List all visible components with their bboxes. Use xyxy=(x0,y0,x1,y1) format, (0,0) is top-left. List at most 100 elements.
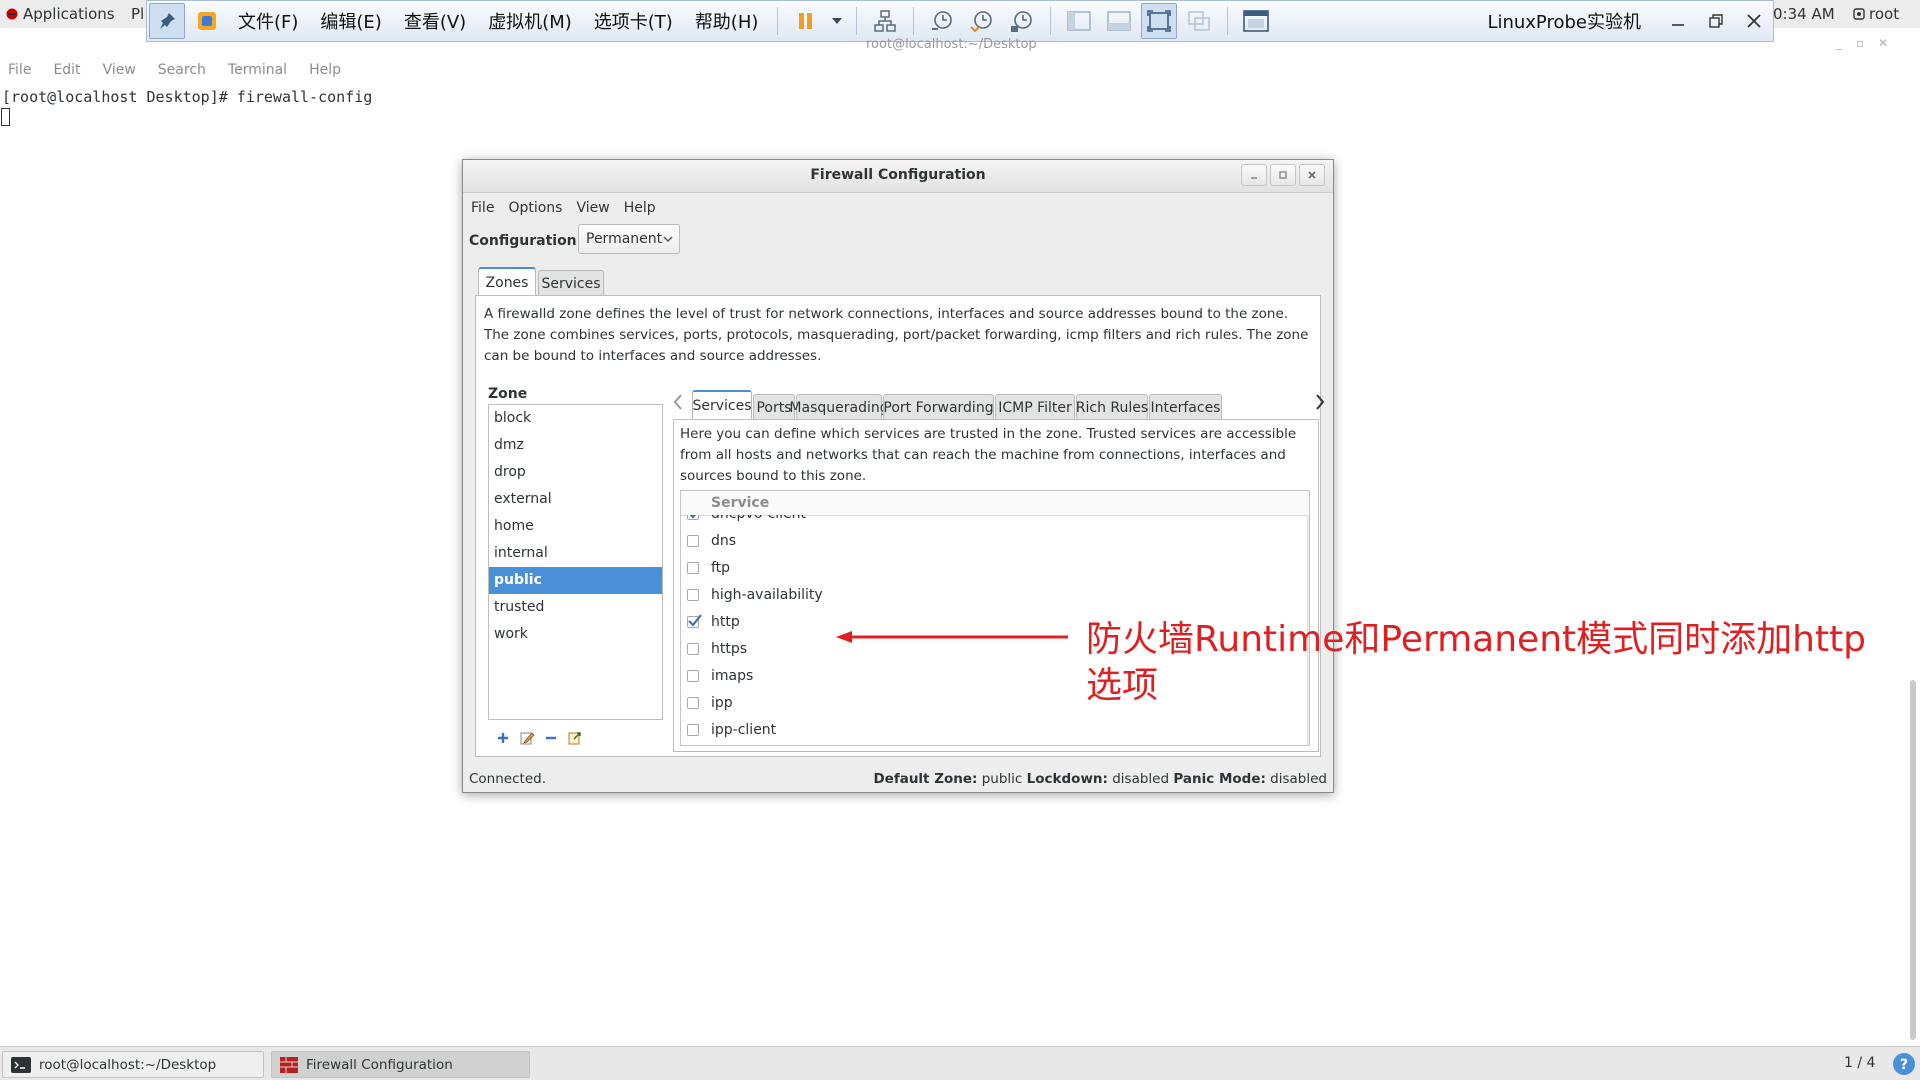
service-checkbox-imaps[interactable] xyxy=(687,670,699,682)
terminal-menu-file[interactable]: File xyxy=(8,62,31,86)
inner-tabs-scroll-right-icon[interactable] xyxy=(1314,393,1326,411)
zone-item-internal[interactable]: internal xyxy=(489,540,662,567)
vm-menu-edit[interactable]: 编辑(E) xyxy=(320,8,381,34)
applications-menu[interactable]: Applications xyxy=(6,5,115,23)
terminal-scrollbar[interactable] xyxy=(1910,680,1916,1040)
service-checkbox-ipp-client[interactable] xyxy=(687,724,699,736)
service-checkbox-ftp[interactable] xyxy=(687,562,699,574)
revert-snapshot-button[interactable] xyxy=(964,3,1000,39)
firewall-maximize-button[interactable] xyxy=(1270,164,1296,186)
service-checkbox-https[interactable] xyxy=(687,643,699,655)
remove-zone-icon[interactable] xyxy=(544,731,558,745)
terminal-menu-search[interactable]: Search xyxy=(158,62,206,86)
zone-item-external[interactable]: external xyxy=(489,486,662,513)
inner-tab-icmp-filter[interactable]: ICMP Filter xyxy=(995,394,1075,420)
network-icon xyxy=(874,10,897,32)
service-checkbox-ipp[interactable] xyxy=(687,697,699,709)
load-defaults-icon[interactable] xyxy=(567,730,583,746)
panic-mode-label: Panic Mode: xyxy=(1173,771,1266,787)
terminal-menubar: File Edit View Search Terminal Help xyxy=(0,62,1920,86)
zone-item-block[interactable]: block xyxy=(489,405,662,432)
terminal-menu-edit[interactable]: Edit xyxy=(53,62,80,86)
full-screen-button[interactable] xyxy=(1141,3,1178,39)
restore-icon xyxy=(1709,14,1723,28)
firewall-close-button[interactable] xyxy=(1299,164,1325,186)
firewall-menu-file[interactable]: File xyxy=(471,200,494,216)
maximize-icon xyxy=(1279,171,1287,179)
vm-menu-file[interactable]: 文件(F) xyxy=(238,8,298,34)
user-status-icon xyxy=(1853,8,1865,20)
add-zone-icon[interactable] xyxy=(496,731,510,745)
terminal-icon xyxy=(11,1056,31,1073)
service-checkbox-dns[interactable] xyxy=(687,535,699,547)
terminal-close-icon[interactable]: ✕ xyxy=(1878,36,1888,50)
firewall-menu-help[interactable]: Help xyxy=(624,200,656,216)
panic-mode-value: disabled xyxy=(1270,771,1327,787)
service-row-ftp[interactable]: ftp xyxy=(681,555,1299,582)
terminal-minimize-icon[interactable]: _ xyxy=(1836,36,1842,50)
inner-tab-port-forwarding[interactable]: Port Forwarding xyxy=(883,394,994,420)
vm-menu-vm[interactable]: 虚拟机(M) xyxy=(488,8,572,34)
taskbar-item-firewall[interactable]: Firewall Configuration xyxy=(271,1051,530,1078)
clock-icon xyxy=(932,11,953,30)
connection-status: Connected. xyxy=(469,771,546,787)
edit-zone-icon[interactable] xyxy=(519,730,535,746)
zone-item-trusted[interactable]: trusted xyxy=(489,594,662,621)
service-row-high-availability[interactable]: high-availability xyxy=(681,582,1299,609)
terminal-maximize-icon[interactable]: ▫ xyxy=(1856,36,1864,50)
zone-item-work[interactable]: work xyxy=(489,621,662,648)
inner-tab-masquerading[interactable]: Masquerading xyxy=(789,394,889,420)
inner-tab-services[interactable]: Services xyxy=(692,390,752,420)
terminal-menu-view[interactable]: View xyxy=(103,62,136,86)
service-checkbox-dhcpv6-client[interactable] xyxy=(687,515,699,520)
firewall-menu-view[interactable]: View xyxy=(576,200,609,216)
places-menu[interactable]: Pl xyxy=(131,5,144,23)
service-checkbox-high-availability[interactable] xyxy=(687,589,699,601)
inner-tab-rich-rules[interactable]: Rich Rules xyxy=(1076,394,1148,420)
service-checkbox-http[interactable] xyxy=(687,614,702,628)
zone-item-drop[interactable]: drop xyxy=(489,459,662,486)
firewall-minimize-button[interactable] xyxy=(1241,164,1267,186)
vm-menu-view[interactable]: 查看(V) xyxy=(404,8,466,34)
console-view-button[interactable] xyxy=(1238,3,1274,39)
firewall-menu-options[interactable]: Options xyxy=(508,200,562,216)
snapshot-button[interactable] xyxy=(924,3,960,39)
zone-item-home[interactable]: home xyxy=(489,513,662,540)
tab-zones[interactable]: Zones xyxy=(478,267,536,296)
service-row-dns[interactable]: dns xyxy=(681,528,1299,555)
pin-toolbar-button[interactable] xyxy=(149,3,185,39)
thumbnail-bar-button[interactable] xyxy=(1101,3,1137,39)
zone-heading: Zone xyxy=(488,386,528,402)
show-library-button[interactable] xyxy=(1061,3,1097,39)
vm-minimize-button[interactable] xyxy=(1659,3,1697,39)
taskbar-item-terminal[interactable]: root@localhost:~/Desktop xyxy=(2,1051,264,1078)
vm-menu-help[interactable]: 帮助(H) xyxy=(695,8,759,34)
user-menu[interactable]: root xyxy=(1853,5,1899,23)
zone-item-public[interactable]: public xyxy=(489,567,662,594)
vm-restore-button[interactable] xyxy=(1697,3,1735,39)
annotation-text: 防火墙Runtime和Permanent模式同时添加http选项 xyxy=(1086,619,1867,706)
inner-tabs-scroll-left-icon[interactable] xyxy=(672,393,684,411)
tab-services[interactable]: Services xyxy=(538,270,604,296)
terminal-menu-help[interactable]: Help xyxy=(309,62,341,86)
service-row-ipp-client[interactable]: ipp-client xyxy=(681,717,1299,744)
inner-tab-interfaces[interactable]: Interfaces xyxy=(1149,394,1222,420)
service-column-header[interactable]: Service xyxy=(681,491,1309,516)
service-row-dhcpv6-client[interactable]: dhcpv6-client xyxy=(681,515,1299,528)
firewall-titlebar[interactable]: Firewall Configuration xyxy=(463,160,1333,193)
pause-button[interactable] xyxy=(788,3,824,39)
vm-menu-tabs[interactable]: 选项卡(T) xyxy=(594,8,673,34)
workspace-indicator[interactable]: 1 / 4 xyxy=(1844,1055,1875,1071)
zone-item-dmz[interactable]: dmz xyxy=(489,432,662,459)
send-ctrl-alt-del-button[interactable] xyxy=(867,3,903,39)
terminal-menu-terminal[interactable]: Terminal xyxy=(228,62,287,86)
help-icon[interactable]: ? xyxy=(1892,1052,1916,1076)
configuration-select[interactable]: Permanent xyxy=(578,224,680,254)
snapshot-manager-button[interactable] xyxy=(1004,3,1040,39)
unity-button[interactable] xyxy=(1181,3,1217,39)
vm-close-button[interactable] xyxy=(1735,3,1773,39)
clock[interactable]: 0:34 AM xyxy=(1773,5,1835,23)
default-zone-value: public xyxy=(981,771,1023,787)
vmware-logo-button[interactable] xyxy=(189,3,225,39)
power-dropdown-button[interactable] xyxy=(828,3,846,39)
